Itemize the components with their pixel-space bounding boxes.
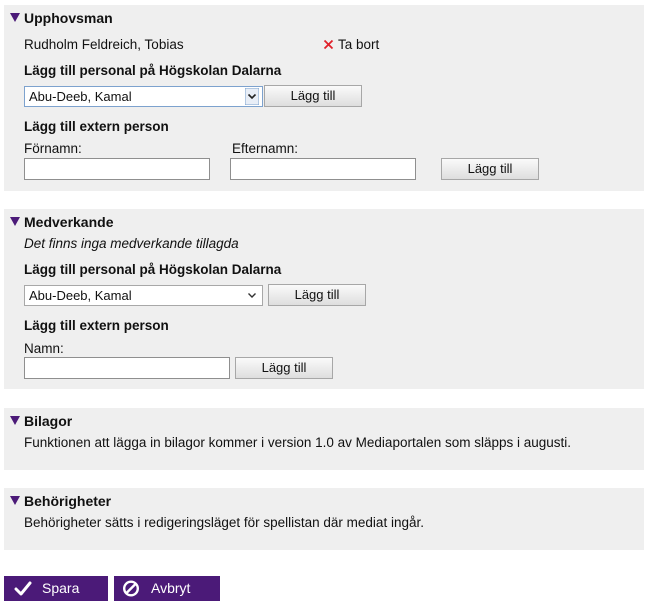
close-x-icon — [323, 39, 334, 50]
upphovsman-external-add-button[interactable]: Lägg till — [441, 158, 539, 180]
medverkande-empty-text: Det finns inga medverkande tillagda — [24, 236, 239, 251]
bilagor-title: Bilagor — [24, 413, 73, 429]
upphovsman-staff-select-value: Abu-Deeb, Kamal — [29, 89, 132, 104]
upphovsman-title: Upphovsman — [24, 10, 113, 26]
firstname-input[interactable] — [24, 158, 210, 180]
upphovsman-staff-heading: Lägg till personal på Högskolan Dalarna — [24, 63, 282, 78]
upphovsman-person-name: Rudholm Feldreich, Tobias — [24, 37, 184, 52]
medverkande-title: Medverkande — [24, 214, 114, 230]
cancel-circle-icon — [122, 580, 140, 597]
remove-label: Ta bort — [338, 37, 380, 52]
collapse-triangle-icon[interactable] — [10, 496, 20, 505]
firstname-label: Förnamn: — [24, 141, 82, 156]
lastname-label: Efternamn: — [232, 141, 299, 156]
chevron-down-icon — [245, 88, 259, 105]
lastname-input[interactable] — [230, 158, 416, 180]
medverkande-staff-heading: Lägg till personal på Högskolan Dalarna — [24, 262, 282, 277]
save-label: Spara — [42, 580, 80, 596]
name-label: Namn: — [24, 341, 64, 356]
collapse-triangle-icon[interactable] — [10, 217, 20, 226]
upphovsman-staff-select[interactable]: Abu-Deeb, Kamal — [24, 86, 263, 107]
upphovsman-staff-add-button[interactable]: Lägg till — [264, 85, 362, 107]
behorigheter-title: Behörigheter — [24, 493, 112, 509]
behorigheter-text: Behörigheter sätts i redigeringsläget fö… — [24, 515, 424, 530]
save-button[interactable]: Spara — [4, 576, 108, 601]
bilagor-text: Funktionen att lägga in bilagor kommer i… — [24, 435, 572, 450]
upphovsman-external-heading: Lägg till extern person — [24, 119, 169, 134]
medverkande-staff-select[interactable]: Abu-Deeb, Kamal — [24, 285, 263, 306]
cancel-button[interactable]: Avbryt — [114, 576, 220, 601]
collapse-triangle-icon[interactable] — [10, 13, 20, 22]
name-input[interactable] — [24, 357, 230, 379]
medverkande-staff-select-value: Abu-Deeb, Kamal — [29, 288, 132, 303]
chevron-down-icon — [248, 293, 256, 298]
checkmark-icon — [14, 581, 32, 596]
medverkande-staff-add-button[interactable]: Lägg till — [268, 284, 366, 306]
medverkande-external-add-button[interactable]: Lägg till — [235, 357, 333, 379]
medverkande-external-heading: Lägg till extern person — [24, 318, 169, 333]
cancel-label: Avbryt — [151, 580, 191, 596]
collapse-triangle-icon[interactable] — [10, 416, 20, 425]
